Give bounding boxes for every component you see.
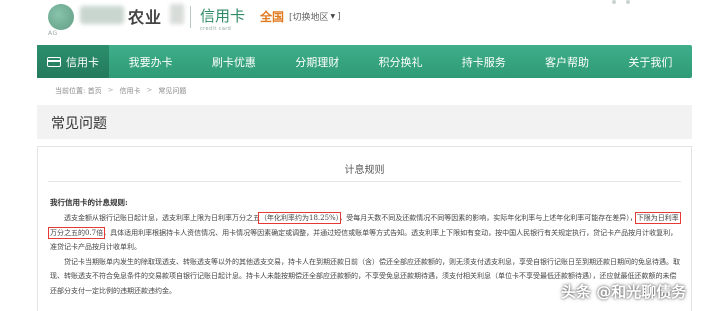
chevron-down-icon: ▼ [330,13,336,20]
nav-item-installments[interactable]: 分期理财 [276,45,359,78]
nav-item-label: 积分换礼 [378,55,423,69]
nav-item-credit-card[interactable]: 信用卡 [37,45,109,78]
top-link-dot-icon[interactable] [612,0,616,4]
breadcrumb-separator: > [146,86,153,94]
breadcrumb-home[interactable]: 当前位置: 首页 [55,86,102,96]
section-header: 常见问题 [37,105,692,139]
nav-item-points[interactable]: 积分换礼 [359,45,442,78]
top-link-dot-icon[interactable] [626,0,630,4]
watermark: 头条 @和光聊债务 [561,283,687,301]
header-divider [190,6,191,28]
nav-item-label: 刷卡优惠 [211,55,256,69]
region-switch-label: [切换地区 [289,13,329,23]
nav-item-apply-card[interactable]: 我要办卡 [109,45,192,78]
bank-name: 农业 [128,8,163,27]
nav-item-about-us[interactable]: 关于我们 [609,45,692,78]
highlight-annual-rate: （年化利率约为18.25%） [257,212,342,224]
answer-paragraph: 透支金额从银行记账日起计息，透支利率上限为日利率万分之五（年化利率约为18.25… [48,211,682,255]
breadcrumb-current: 常见问题 [158,87,187,95]
product-title: 信用卡 [200,7,246,25]
credit-card-icon [47,56,61,67]
nav-item-card-offers[interactable]: 刷卡优惠 [192,45,275,78]
breadcrumb: 当前位置: 首页 > 信用卡 > 常见问题 [55,86,186,96]
answer-text-segment: ，具体适用利率根据持卡人资信情况、用卡情况等因素确定或调整，并通过短信或账单等方… [50,228,678,252]
bank-subtitle: AG [48,30,58,37]
panel-title: 计息规则 [344,165,385,176]
nav-item-label: 分期理财 [295,55,340,69]
nav-item-label: 关于我们 [628,55,673,69]
region-switch-bracket: ] [337,11,341,22]
nav-item-customer-help[interactable]: 客户帮助 [525,45,608,78]
main-nav: 信用卡 我要办卡 刷卡优惠 分期理财 积分换礼 持卡服务 客户帮助 关于我们 [37,45,692,78]
bank-logo-icon[interactable] [48,4,74,30]
breadcrumb-credit-card[interactable]: 信用卡 [119,86,140,96]
top-links [612,0,630,4]
nav-item-label: 信用卡 [66,55,99,69]
answer-text-segment: 透支金额从银行记账日起计息，透支利率上限为日利率万分之五 [64,214,260,222]
question-heading: 我行信用卡的计息规则: [50,198,128,207]
region-label: 全国 [260,10,285,24]
nav-item-card-services[interactable]: 持卡服务 [442,45,525,78]
site-header: 农业 AG 信用卡 credit card 全国 [切换地区 ▼ ] [0,0,720,40]
panel-divider [48,181,681,182]
region-switch[interactable]: [切换地区 ▼ ] [289,10,341,24]
nav-item-label: 客户帮助 [545,55,590,69]
nav-item-label: 持卡服务 [461,55,506,69]
product-subtitle: credit card [200,26,232,32]
answer-text-segment: ，受每月天数不同及还款情况不同等因素的影响，实际年化利率与上述年化利率可能存在差… [339,214,637,222]
breadcrumb-separator: > [107,86,114,94]
nav-item-label: 我要办卡 [128,55,173,69]
logo-blur [80,6,124,24]
bank-name-blur [170,4,184,24]
page-title: 常见问题 [51,116,107,132]
